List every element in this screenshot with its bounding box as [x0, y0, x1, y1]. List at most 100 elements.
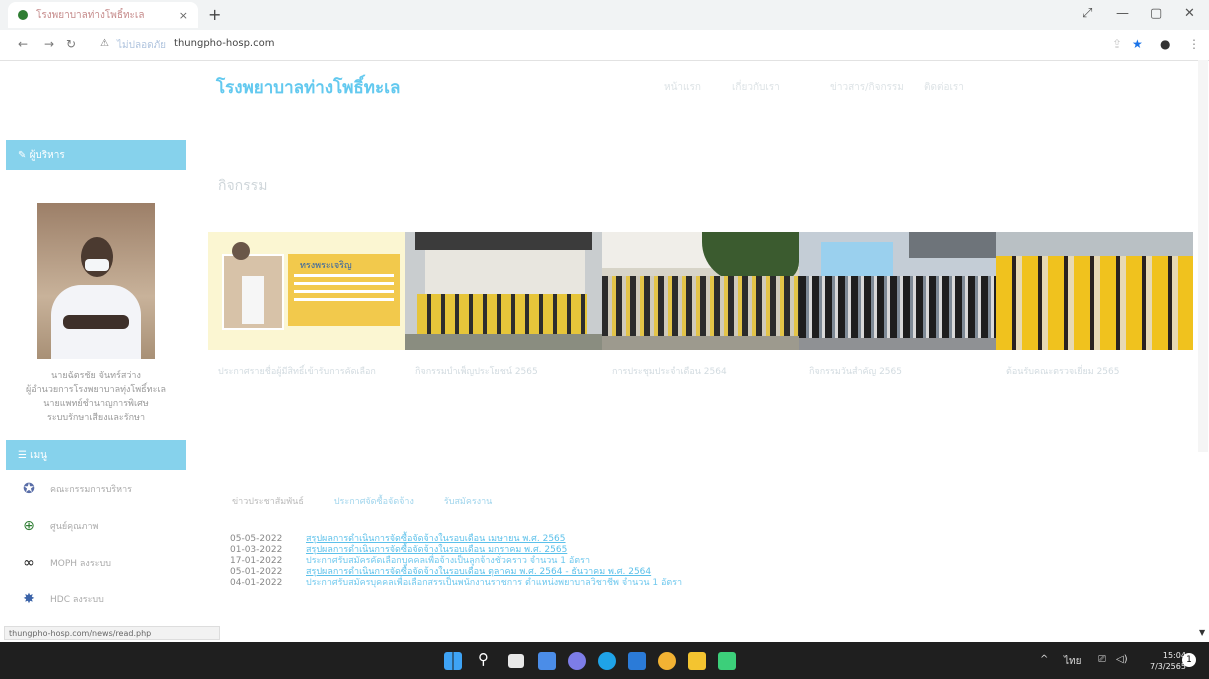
share-icon[interactable]: ⇪	[1112, 37, 1122, 51]
taskbar-clock[interactable]: 15:04 7/3/2565	[1150, 650, 1186, 672]
menu-item-board[interactable]: ✪ คณะกรรมการบริหาร	[20, 480, 132, 498]
tab-close-icon[interactable]: ×	[179, 9, 188, 22]
activity-caption[interactable]: การประชุมประจำเดือน 2564	[602, 366, 799, 378]
news-list: 05-05-2022 สรุปผลการดำเนินการจัดซื้อจัดจ…	[230, 534, 682, 589]
scrollbar-thumb[interactable]	[1198, 60, 1208, 452]
activity-photo[interactable]: ทรงพระเจริญ	[208, 232, 405, 350]
scroll-down-icon[interactable]: ▼	[1199, 628, 1205, 637]
activity-caption[interactable]: กิจกรรมวันสำคัญ 2565	[799, 366, 996, 378]
news-item: 05-01-2022 สรุปผลการดำเนินการจัดซื้อจัดจ…	[230, 567, 682, 578]
link-status-bar: thungpho-hosp.com/news/read.php	[4, 626, 220, 640]
news-link[interactable]: สรุปผลการดำเนินการจัดซื้อจัดจ้างในรอบเดื…	[306, 545, 567, 556]
browser-tab-strip: โรงพยาบาลท่างโพธิ์ทะเล × + ⤢ — ▢ ✕	[0, 0, 1209, 30]
photo-banner-text: ทรงพระเจริญ	[300, 261, 352, 271]
windows-taskbar: ⚲ ^ ไทย ⎚ ◁) 15:04 7/3/2565 1	[0, 642, 1209, 679]
director-header-label: ผู้บริหาร	[29, 149, 65, 161]
news-date: 05-01-2022	[230, 567, 283, 577]
favicon-icon	[18, 10, 28, 20]
menu-item-label: คณะกรรมการบริหาร	[50, 485, 132, 495]
bookmark-star-icon[interactable]: ★	[1132, 37, 1143, 51]
news-item: 04-01-2022 ประกาศรับสมัครบุคคลเพื่อเลือก…	[230, 578, 682, 589]
profile-icon[interactable]: ●	[1160, 37, 1170, 51]
rings-icon: ∞	[23, 555, 35, 571]
news-date: 17-01-2022	[230, 556, 283, 566]
menu-item-moph[interactable]: ∞ MOPH ลงระบบ	[20, 554, 111, 572]
edge-icon[interactable]	[598, 652, 616, 670]
address-bar: ← → ↻ ⚠ ไม่ปลอดภัย thungpho-hosp.com ⇪ ★…	[0, 30, 1209, 61]
start-icon[interactable]	[444, 652, 462, 670]
plus-circle-icon: ⊕	[23, 518, 35, 534]
news-item: 05-05-2022 สรุปผลการดำเนินการจัดซื้อจัดจ…	[230, 534, 682, 545]
file-explorer-icon[interactable]	[688, 652, 706, 670]
not-secure-icon: ⚠	[100, 38, 109, 49]
close-window-icon[interactable]: ✕	[1184, 6, 1195, 21]
director-title: นายแพทย์ชำนาญการพิเศษ	[43, 399, 149, 409]
activity-photo[interactable]	[799, 232, 996, 350]
store-icon[interactable]	[628, 652, 646, 670]
site-title[interactable]: โรงพยาบาลท่างโพธิ์ทะเล	[216, 74, 400, 101]
volume-icon[interactable]: ◁)	[1116, 654, 1128, 665]
browser-tab[interactable]: โรงพยาบาลท่างโพธิ์ทะเล ×	[8, 2, 198, 28]
activity-caption[interactable]: ต้อนรับคณะตรวจเยี่ยม 2565	[996, 366, 1193, 378]
not-secure-label: ไม่ปลอดภัย	[116, 40, 167, 51]
activity-photo[interactable]	[405, 232, 602, 350]
menu-item-label: ศูนย์คุณภาพ	[50, 522, 99, 532]
chat-icon[interactable]	[568, 652, 586, 670]
news-item: 01-03-2022 สรุปผลการดำเนินการจัดซื้อจัดจ…	[230, 545, 682, 556]
tab-procurement[interactable]: ประกาศจัดซื้อจัดจ้าง	[334, 494, 414, 508]
menu-item-label: MOPH ลงระบบ	[50, 559, 111, 569]
menu-header-icon: ☰	[18, 449, 31, 461]
chrome-icon[interactable]	[658, 652, 676, 670]
news-date: 05-05-2022	[230, 534, 283, 544]
clock-time: 15:04	[1162, 651, 1186, 660]
nav-about[interactable]: เกี่ยวกับเรา	[732, 80, 780, 95]
activity-caption[interactable]: ประกาศรายชื่อผู้มีสิทธิ์เข้ารับการคัดเลื…	[208, 366, 405, 378]
nav-home[interactable]: หน้าแรก	[664, 80, 701, 95]
widgets-icon[interactable]	[538, 652, 556, 670]
menu-item-quality[interactable]: ⊕ ศูนย์คุณภาพ	[20, 517, 98, 535]
activity-captions: ประกาศรายชื่อผู้มีสิทธิ์เข้ารับการคัดเลื…	[208, 366, 1195, 378]
activity-caption[interactable]: กิจกรรมบำเพ็ญประโยชน์ 2565	[405, 366, 602, 378]
user-icon: ✎	[18, 149, 30, 161]
news-item: 17-01-2022 ประกาศรับสมัครคัดเลือกบุคคลเพ…	[230, 556, 682, 567]
search-icon[interactable]: ⚲	[478, 650, 489, 668]
news-date: 01-03-2022	[230, 545, 283, 555]
news-tabs: ข่าวประชาสัมพันธ์ ประกาศจัดซื้อจัดจ้าง ร…	[232, 494, 492, 508]
menu-item-hdc[interactable]: ✸ HDC ลงระบบ	[20, 590, 104, 608]
news-link[interactable]: สรุปผลการดำเนินการจัดซื้อจัดจ้างในรอบเดื…	[306, 567, 651, 578]
news-link[interactable]: สรุปผลการดำเนินการจัดซื้อจัดจ้างในรอบเดื…	[306, 534, 566, 545]
minimize-icon[interactable]: —	[1116, 6, 1129, 21]
menu-header-label: เมนู	[30, 449, 48, 461]
tray-chevron-icon[interactable]: ^	[1040, 654, 1048, 665]
tab-title: โรงพยาบาลท่างโพธิ์ทะเล	[36, 9, 145, 21]
app-icon[interactable]	[718, 652, 736, 670]
director-extra: ระบบรักษาเสียงและรักษา	[46, 413, 146, 423]
new-tab-button[interactable]: +	[208, 5, 221, 24]
maximize-icon[interactable]: ▢	[1150, 6, 1162, 21]
tab-announcements[interactable]: ข่าวประชาสัมพันธ์	[232, 494, 304, 508]
reload-icon[interactable]: ↻	[66, 37, 76, 51]
clock-date: 7/3/2565	[1150, 662, 1186, 671]
activity-photo[interactable]	[602, 232, 799, 350]
menu-item-label: HDC ลงระบบ	[50, 595, 104, 605]
window-restore-icon[interactable]: ⤢	[1082, 6, 1092, 21]
back-icon[interactable]: ←	[18, 37, 28, 51]
forward-icon[interactable]: →	[44, 37, 54, 51]
director-portrait	[37, 203, 155, 359]
nav-contact[interactable]: ติดต่อเรา	[924, 80, 964, 95]
url-field[interactable]: ⚠ ไม่ปลอดภัย thungpho-hosp.com	[100, 38, 274, 53]
news-link[interactable]: ประกาศรับสมัครบุคคลเพื่อเลือกสรรเป็นพนัก…	[306, 578, 682, 589]
director-position: ผู้อำนวยการโรงพยาบาลทุ่งโพธิ์ทะเล	[25, 385, 167, 395]
input-language[interactable]: ไทย	[1064, 654, 1081, 669]
task-view-icon[interactable]	[508, 654, 524, 668]
director-name: นายฉัตรชัย จันทร์สว่าง	[51, 371, 141, 381]
url-host: thungpho-hosp.com	[174, 38, 275, 49]
menu-dots-icon[interactable]: ⋮	[1188, 37, 1200, 51]
nav-news[interactable]: ข่าวสาร/กิจกรรม	[830, 80, 904, 95]
notification-badge[interactable]: 1	[1182, 653, 1196, 667]
badge-icon: ✸	[23, 591, 35, 607]
news-link[interactable]: ประกาศรับสมัครคัดเลือกบุคคลเพื่อจ้างเป็น…	[306, 556, 590, 567]
network-icon[interactable]: ⎚	[1098, 654, 1106, 665]
tab-jobs[interactable]: รับสมัครงาน	[444, 494, 492, 508]
activity-photo[interactable]	[996, 232, 1193, 350]
